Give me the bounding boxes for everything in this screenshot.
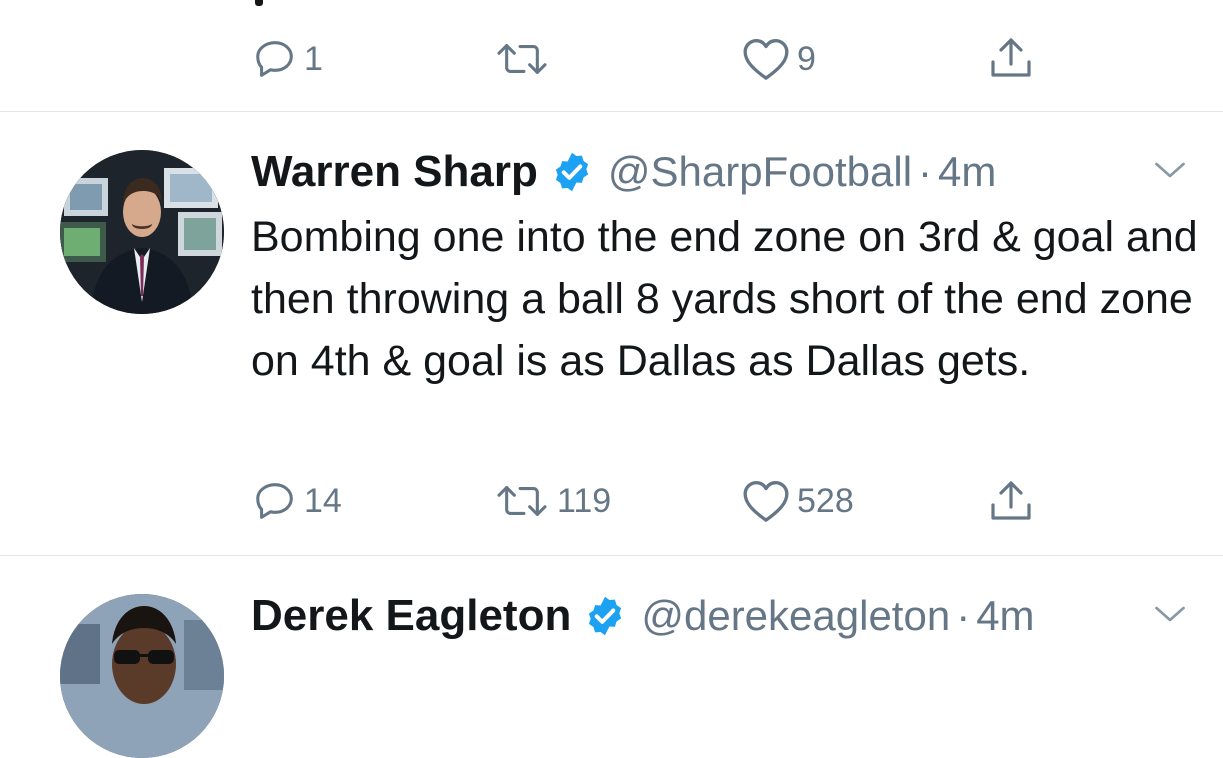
user-handle[interactable]: @SharpFootball [608,148,912,196]
more-options-button[interactable] [1152,156,1188,189]
heart-icon [743,480,789,522]
share-button[interactable] [987,477,1035,525]
reply-button[interactable]: 14 [252,478,342,524]
avatar-image [60,594,224,758]
share-icon [991,481,1031,520]
separator-dot: · [918,148,933,195]
more-options-button[interactable] [1152,600,1188,633]
retweet-icon [497,44,547,74]
separator-dot: · [956,592,971,639]
tweet-divider [0,111,1223,112]
retweet-count: 119 [557,481,612,520]
retweet-icon [497,486,547,516]
share-icon [991,38,1031,77]
avatar-derek-eagleton[interactable] [60,594,224,758]
like-button[interactable]: 528 [741,478,854,524]
previous-tweet-text-fragment [255,0,263,6]
heart-icon [743,39,789,80]
tweet-text: Bombing one into the end zone on 3rd & g… [251,213,1198,385]
display-name[interactable]: Derek Eagleton [251,591,571,641]
tweet-divider [0,555,1223,556]
reply-icon [256,41,293,77]
chevron-down-icon [1155,162,1185,178]
retweet-button[interactable] [493,36,557,82]
chevron-down-icon [1155,606,1185,622]
user-handle[interactable]: @derekeagleton [641,592,950,640]
reply-button[interactable]: 1 [252,36,323,82]
verified-badge-icon [555,152,589,192]
timestamp[interactable]: 4m [976,592,1034,640]
retweet-button[interactable]: 119 [493,478,611,524]
like-count: 9 [797,39,816,78]
reply-count: 1 [304,39,323,78]
tweet-header: Derek Eagleton @derekeagleton · 4m [251,588,1035,644]
avatar-warren-sharp[interactable] [60,150,224,314]
display-name[interactable]: Warren Sharp [251,147,538,197]
avatar-image [60,150,224,314]
reply-count: 14 [304,481,342,520]
share-button[interactable] [987,34,1035,82]
reply-icon [256,483,293,519]
like-count: 528 [797,481,854,520]
timestamp[interactable]: 4m [938,148,996,196]
verified-badge-icon [589,596,622,636]
like-button[interactable]: 9 [741,36,816,82]
tweet-header: Warren Sharp @SharpFootball · 4m [251,144,996,200]
